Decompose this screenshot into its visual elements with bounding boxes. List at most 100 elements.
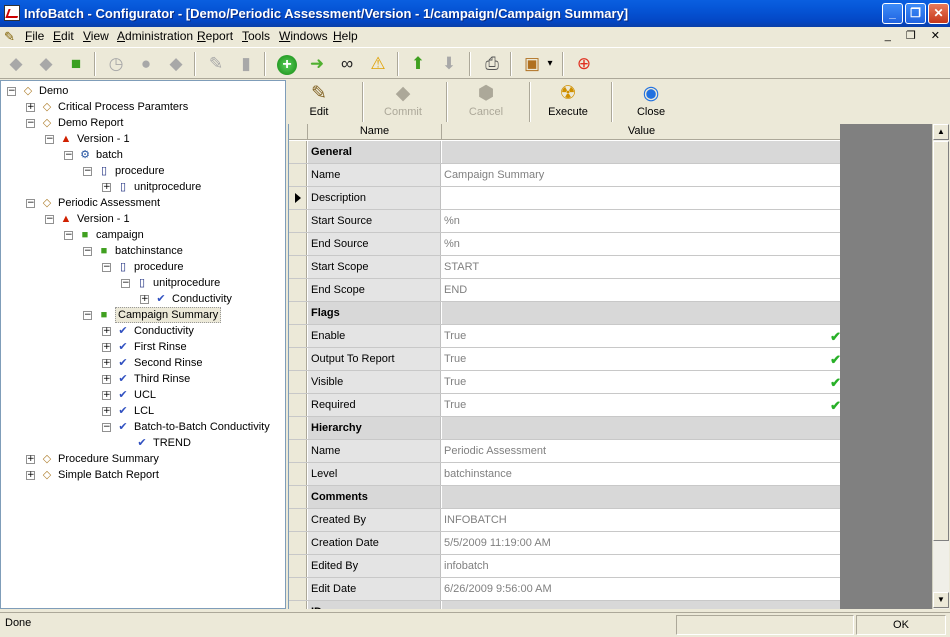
property-value[interactable]: Periodic Assessment	[442, 440, 840, 462]
row-selector[interactable]	[289, 601, 307, 609]
property-value[interactable]: Campaign Summary	[442, 164, 840, 186]
close-button[interactable]: ◉ Close	[621, 82, 681, 122]
collapse-icon[interactable]: −	[102, 423, 111, 432]
menu-edit[interactable]: Edit	[53, 29, 74, 43]
mdi-window-buttons[interactable]: _ ❐ ✕	[885, 29, 946, 42]
row-selector[interactable]	[289, 210, 307, 232]
collapse-icon[interactable]: −	[83, 247, 92, 256]
row-selector[interactable]	[289, 187, 307, 209]
tree-node-label[interactable]: Periodic Assessment	[58, 195, 160, 211]
grid-section-row[interactable]: General	[289, 141, 840, 164]
property-value[interactable]: %n	[442, 233, 840, 255]
restore-button[interactable]: ❐	[905, 3, 926, 24]
expand-icon[interactable]: +	[102, 359, 111, 368]
collapse-icon[interactable]: −	[64, 151, 73, 160]
property-value[interactable]: True	[442, 325, 840, 347]
property-value[interactable]: %n	[442, 210, 840, 232]
expand-icon[interactable]: +	[102, 343, 111, 352]
find-icon[interactable]: ∞	[335, 52, 359, 76]
row-selector[interactable]	[289, 509, 307, 531]
collapse-icon[interactable]: −	[45, 215, 54, 224]
cube-icon[interactable]: ■	[64, 52, 88, 76]
grid-row[interactable]: Creation Date 5/5/2009 11:19:00 AM	[289, 532, 840, 555]
row-selector[interactable]	[289, 348, 307, 370]
row-selector[interactable]	[289, 141, 307, 163]
grid-section-row[interactable]: ID	[289, 601, 840, 609]
expand-icon[interactable]: +	[102, 407, 111, 416]
property-value[interactable]: batchinstance	[442, 463, 840, 485]
grid-row[interactable]: Created By INFOBATCH	[289, 509, 840, 532]
grid-section-row[interactable]: Flags	[289, 302, 840, 325]
menu-tools[interactable]: Tools	[242, 29, 270, 43]
database-icon[interactable]: ▮	[234, 52, 258, 76]
tree-node-label[interactable]: Critical Process Paramters	[58, 99, 188, 115]
expand-icon[interactable]: +	[140, 295, 149, 304]
close-window-button[interactable]: ✕	[928, 3, 949, 24]
tree-node-label[interactable]: procedure	[134, 259, 184, 275]
property-value[interactable]: 6/26/2009 9:56:00 AM	[442, 578, 840, 600]
row-selector[interactable]	[289, 325, 307, 347]
tree-node-label[interactable]: Demo	[39, 83, 68, 99]
cancel-button[interactable]: ⬢ Cancel	[456, 82, 516, 122]
menu-view[interactable]: View	[83, 29, 109, 43]
tree-node-label[interactable]: Demo Report	[58, 115, 123, 131]
grid-row[interactable]: Start Source %n	[289, 210, 840, 233]
tree-node-label[interactable]: First Rinse	[134, 339, 187, 355]
collapse-icon[interactable]: −	[26, 199, 35, 208]
grid-row[interactable]: Output To Report True ✔	[289, 348, 840, 371]
collapse-icon[interactable]: −	[102, 263, 111, 272]
copy-icon[interactable]: ◆	[34, 52, 58, 76]
collapse-icon[interactable]: −	[83, 311, 92, 320]
tree-node-label[interactable]: TREND	[153, 435, 191, 451]
property-value[interactable]: True	[442, 348, 840, 370]
property-value[interactable]: START	[442, 256, 840, 278]
row-selector[interactable]	[289, 256, 307, 278]
row-selector[interactable]	[289, 440, 307, 462]
expand-icon[interactable]: +	[102, 183, 111, 192]
menu-file[interactable]: File	[25, 29, 44, 43]
property-value[interactable]: INFOBATCH	[442, 509, 840, 531]
menu-report[interactable]: Report	[197, 29, 233, 43]
timer-icon[interactable]: ◷	[104, 52, 128, 76]
row-selector[interactable]	[289, 463, 307, 485]
grid-row[interactable]: Name Periodic Assessment	[289, 440, 840, 463]
brush-icon[interactable]: ✎	[204, 52, 228, 76]
collapse-icon[interactable]: −	[64, 231, 73, 240]
grid-row[interactable]: Visible True ✔	[289, 371, 840, 394]
tree-node-label[interactable]: Simple Batch Report	[58, 467, 159, 483]
row-selector[interactable]	[289, 532, 307, 554]
collapse-icon[interactable]: −	[121, 279, 130, 288]
execute-button[interactable]: ☢ Execute	[538, 82, 598, 122]
add-icon[interactable]: +	[275, 52, 299, 76]
row-selector[interactable]	[289, 486, 307, 508]
collapse-icon[interactable]: −	[7, 87, 16, 96]
tree-node-label[interactable]: Procedure Summary	[58, 451, 159, 467]
collapse-icon[interactable]: −	[83, 167, 92, 176]
tree-node-label[interactable]: batch	[96, 147, 123, 163]
tree-node-label[interactable]: Version - 1	[77, 131, 130, 147]
minimize-button[interactable]: _	[882, 3, 903, 24]
tree-node-label[interactable]: UCL	[134, 387, 156, 403]
up-arrow-icon[interactable]: ⬆	[406, 52, 430, 76]
scroll-thumb[interactable]	[933, 141, 949, 541]
grid-row[interactable]: Required True ✔	[289, 394, 840, 417]
expand-icon[interactable]: +	[102, 327, 111, 336]
scroll-up-arrow-icon[interactable]: ▲	[933, 124, 949, 140]
grid-row[interactable]: Name Campaign Summary	[289, 164, 840, 187]
tree-node-label[interactable]: Batch-to-Batch Conductivity	[134, 419, 270, 435]
row-selector[interactable]	[289, 233, 307, 255]
row-selector[interactable]	[289, 555, 307, 577]
row-selector[interactable]	[289, 394, 307, 416]
property-value[interactable]: True	[442, 371, 840, 393]
property-value[interactable]: 5/5/2009 11:19:00 AM	[442, 532, 840, 554]
column-header-name[interactable]: Name	[308, 124, 442, 140]
grid-row[interactable]: End Source %n	[289, 233, 840, 256]
install-icon[interactable]: ▣	[520, 52, 544, 76]
new-report-icon[interactable]: ◆	[4, 52, 28, 76]
property-value[interactable]	[442, 187, 840, 209]
property-value[interactable]: True	[442, 394, 840, 416]
row-selector[interactable]	[289, 279, 307, 301]
circle-icon[interactable]: ●	[134, 52, 158, 76]
grid-row[interactable]: Description	[289, 187, 840, 210]
row-selector[interactable]	[289, 417, 307, 439]
